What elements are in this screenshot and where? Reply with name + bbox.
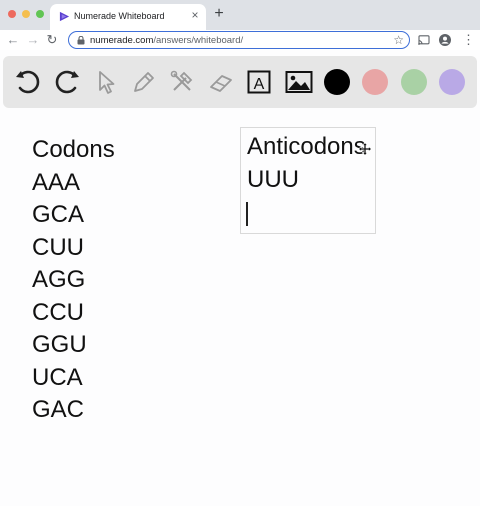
tab-title: Numerade Whiteboard [74,11,165,21]
color-swatch-purple[interactable] [439,69,465,95]
reload-button[interactable]: ↻ [45,32,59,48]
pen-tool-button[interactable] [130,68,158,96]
url-input[interactable]: numerade.com/answers/whiteboard/ ☆ [68,31,410,49]
codon-item: GGU [32,331,87,358]
anticodon-heading: Anticodons [247,133,366,160]
eraser-icon [210,75,232,92]
codon-item: UCA [32,363,83,391]
codon-item: GCA [32,201,85,228]
shapes-tool-button[interactable] [168,68,196,96]
pen-icon [134,72,154,92]
new-tab-button[interactable]: + [212,5,226,23]
move-cursor-icon [358,142,372,156]
url-text: numerade.com/answers/whiteboard/ [90,35,243,46]
whiteboard-canvas[interactable]: Codons AAA GCA CUU AGG CCU GGU UCA GAC A… [0,112,480,506]
numerade-favicon-icon [59,11,70,22]
color-swatch-pink[interactable] [362,69,388,95]
whiteboard-toolbar: A [3,56,477,108]
maximize-window-button[interactable] [36,10,44,18]
browser-menu-icon[interactable]: ⋮ [462,32,475,47]
url-domain: numerade.com [90,35,154,46]
bookmark-star-icon[interactable]: ☆ [393,33,404,47]
browser-tab[interactable]: Numerade Whiteboard × [50,4,206,30]
anticodon-item: UUU [247,165,299,193]
back-button[interactable]: ← [6,32,20,48]
redo-icon [55,70,79,94]
text-tool-button[interactable]: A [245,68,273,96]
undo-button[interactable] [14,68,42,96]
text-tool-icon: A [247,70,271,94]
codon-item: CUU [32,233,84,261]
color-swatch-black[interactable] [324,69,350,95]
tab-close-icon[interactable]: × [189,8,201,22]
select-icon [99,71,115,94]
tab-strip: Numerade Whiteboard × + [0,0,480,30]
image-icon [285,71,313,93]
codon-heading: Codons [32,136,115,163]
redo-button[interactable] [53,68,81,96]
codon-item: GAC [32,396,85,423]
codons-list: Codons AAA GCA CUU AGG CCU GGU UCA GAC [32,134,115,427]
address-bar-row: ← → ↻ numerade.com/answers/whiteboard/ ☆… [0,30,480,50]
codon-item: AGG [32,266,86,293]
eraser-tool-button[interactable] [207,68,235,96]
anticodons-text-box[interactable]: Anticodons UUU [240,127,376,234]
codon-item: AAA [32,168,81,196]
url-path: /answers/whiteboard/ [153,35,244,46]
lock-icon [77,36,85,45]
minimize-window-button[interactable] [22,10,30,18]
tools-icon [170,70,193,91]
text-caret [246,202,248,226]
text-tool-glyph: A [254,76,265,93]
color-swatch-green[interactable] [401,69,427,95]
forward-button[interactable]: → [26,32,40,48]
account-icon[interactable] [439,34,451,46]
close-window-button[interactable] [8,10,16,18]
image-tool-button[interactable] [284,68,314,96]
select-tool-button[interactable] [92,68,120,96]
cast-icon[interactable] [418,35,430,45]
undo-icon [16,70,40,94]
codon-item: CCU [32,298,84,326]
